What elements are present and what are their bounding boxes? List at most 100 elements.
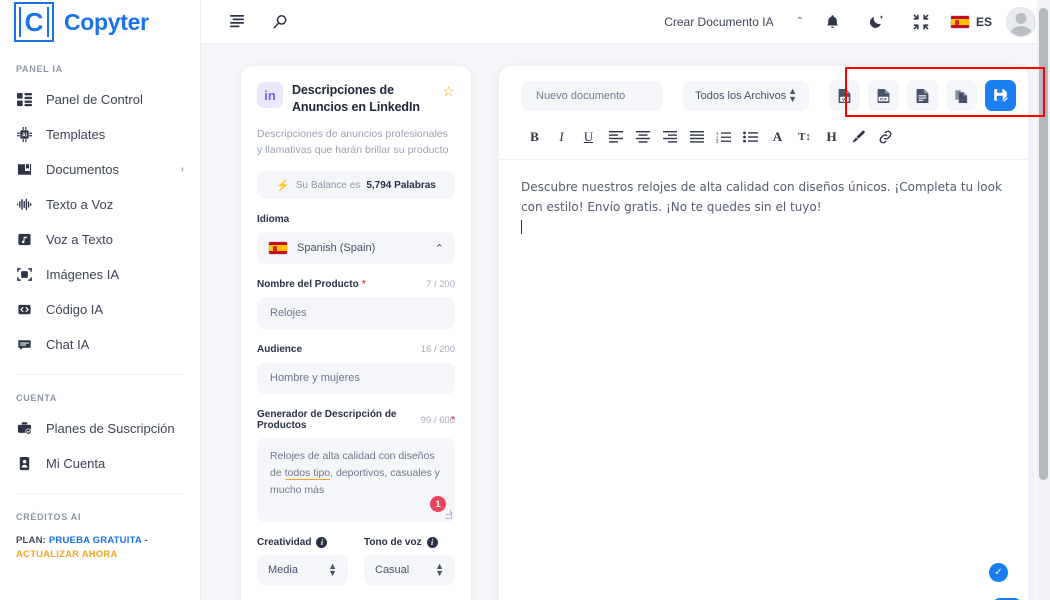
align-left-button[interactable] (602, 125, 629, 149)
file-filter-select[interactable]: Todos los Archivos ▲ ▼ (683, 80, 809, 111)
search-icon[interactable] (265, 7, 295, 37)
form-header: in Descripciones de Anuncios en LinkedIn… (257, 82, 455, 116)
balance-pill: ⚡ Su Balance es 5,794 Palabras (257, 171, 455, 200)
sidebar-section-label-creditos: CRÉDITOS AI (16, 512, 82, 522)
svg-text:AI: AI (22, 133, 28, 139)
sidebar-item-texto-a-voz[interactable]: Texto a Voz (0, 187, 200, 222)
export-text-button[interactable] (907, 80, 938, 111)
language-code: ES (975, 14, 992, 29)
export-word-button[interactable]: W (829, 80, 860, 111)
plan-prefix: PLAN: (16, 535, 47, 546)
plan-value[interactable]: PRUEBA GRATUITA (49, 535, 142, 546)
highlight-button[interactable] (845, 125, 872, 149)
sort-arrows-icon: ▲ ▼ (435, 560, 444, 579)
link-button[interactable] (872, 125, 899, 149)
product-name-input[interactable]: Relojes (257, 297, 455, 330)
spain-flag-icon (949, 14, 970, 29)
info-icon[interactable]: i (426, 537, 438, 549)
sidebar-item-codigo-ia[interactable]: Código IA (0, 292, 200, 327)
id-card-icon (16, 455, 33, 472)
sidebar-item-planes-de-suscripcion[interactable]: Planes de Suscripción (0, 411, 200, 446)
audience-value: Hombre y mujeres (270, 372, 360, 385)
italic-button[interactable]: I (548, 125, 575, 149)
creativity-select[interactable]: Media ▲ ▼ (257, 555, 348, 586)
sidebar-item-chat-ia[interactable]: Chat IA (0, 327, 200, 362)
language-select[interactable]: Spanish (Spain) ⌃ (257, 232, 455, 265)
sidebar-item-label: Voz a Texto (46, 232, 113, 247)
info-icon[interactable]: i (316, 537, 328, 549)
collapse-arrows-icon[interactable] (906, 7, 936, 37)
document-content: Descubre nuestros relojes de alta calida… (521, 180, 1002, 214)
spellcheck-word[interactable]: todos tipo (284, 467, 331, 481)
plan-separator: - (144, 535, 148, 546)
product-name-value: Relojes (270, 307, 307, 320)
document-editor-area[interactable]: Descubre nuestros relojes de alta calida… (499, 160, 1028, 600)
document-name-input[interactable]: Nuevo documento (521, 80, 664, 111)
underline-button[interactable]: U (575, 125, 602, 149)
plan-upgrade-link[interactable]: ACTUALIZAR AHORA (16, 549, 118, 560)
align-justify-button[interactable] (683, 125, 710, 149)
page-scrollbar[interactable] (1037, 0, 1050, 600)
code-brackets-icon (16, 301, 33, 318)
bell-icon[interactable] (818, 7, 848, 37)
ordered-list-button[interactable]: 123 (710, 125, 737, 149)
sidebar-item-templates[interactable]: AI Templates (0, 117, 200, 152)
briefcase-check-icon (16, 420, 33, 437)
tone-label-text: Tono de voz (364, 537, 422, 549)
tone-select[interactable]: Casual ▲ ▼ (364, 555, 455, 586)
dashboard-grid-icon (16, 91, 33, 108)
bullet-list-button[interactable] (737, 125, 764, 149)
spain-flag-icon (268, 241, 288, 256)
chat-bubble-icon (16, 336, 33, 353)
save-document-button[interactable] (985, 80, 1016, 111)
sidebar-item-documentos[interactable]: Documentos › (0, 152, 200, 187)
tone-field: Tono de voz i Casual ▲ ▼ (364, 522, 455, 586)
grammar-check-icon[interactable]: ✓ (989, 563, 1008, 582)
generator-textarea[interactable]: Relojes de alta calidad con diseños de t… (257, 438, 455, 523)
required-marker: * (361, 279, 366, 291)
font-color-button[interactable]: A (764, 125, 791, 149)
language-select-value: Spanish (Spain) (297, 242, 376, 255)
sidebar-item-panel-de-control[interactable]: Panel de Control (0, 82, 200, 117)
logo-letter: C (24, 7, 44, 37)
sidebar-divider-2 (16, 493, 184, 494)
error-count-badge[interactable]: 1 (430, 496, 446, 513)
topbar-actions: ES (818, 6, 1036, 37)
tone-value: Casual (375, 564, 410, 577)
resize-handle[interactable] (445, 510, 452, 520)
language-field-label: Idioma (257, 214, 455, 225)
font-size-button[interactable]: T↕ (791, 125, 818, 149)
generator-counter: 99 / 600 (420, 414, 455, 426)
align-right-button[interactable] (656, 125, 683, 149)
align-center-button[interactable] (629, 125, 656, 149)
menu-lines-icon[interactable] (223, 7, 253, 37)
sidebar-item-mi-cuenta[interactable]: Mi Cuenta (0, 446, 200, 481)
creativity-value: Media (268, 564, 298, 577)
create-document-label: Crear Documento IA (664, 14, 774, 29)
chevron-right-icon: › (180, 164, 184, 175)
sidebar-item-label: Mi Cuenta (46, 456, 106, 471)
brand-logo[interactable]: C Copyter (0, 0, 200, 44)
bold-button[interactable]: B (521, 125, 548, 149)
export-pdf-button[interactable]: PDF (868, 80, 899, 111)
audience-input[interactable]: Hombre y mujeres (257, 362, 455, 395)
page-scrollbar-thumb[interactable] (1039, 8, 1048, 480)
brand-name: Copyter (64, 8, 149, 35)
language-selector[interactable]: ES (949, 14, 992, 29)
chevron-up-icon: ⌃ (434, 242, 444, 255)
copy-document-button[interactable] (946, 80, 977, 111)
user-avatar[interactable] (1006, 6, 1036, 37)
creativity-field: Creatividad i Media ▲ ▼ (257, 522, 348, 586)
star-icon[interactable]: ☆ (442, 84, 455, 98)
sidebar-item-voz-a-texto[interactable]: Voz a Texto (0, 222, 200, 257)
moon-icon[interactable] (862, 7, 892, 37)
sidebar-section-label-cuenta: CUENTA (16, 393, 58, 403)
product-field-label: Nombre del Producto * 7 / 200 (257, 279, 455, 290)
create-document-menu[interactable]: Crear Documento IA ⌃ (664, 15, 804, 29)
application-window: C Copyter PANEL IA Panel de Control AI T… (0, 0, 1050, 600)
plan-status: PLAN: PRUEBA GRATUITA - ACTUALIZAR AHORA (0, 530, 200, 562)
sidebar-item-imagenes-ia[interactable]: Imágenes IA (0, 257, 200, 292)
main-column: Crear Documento IA ⌃ ES in Descripciones… (201, 0, 1050, 600)
creativity-label: Creatividad i (257, 537, 348, 549)
heading-button[interactable]: H (818, 125, 845, 149)
